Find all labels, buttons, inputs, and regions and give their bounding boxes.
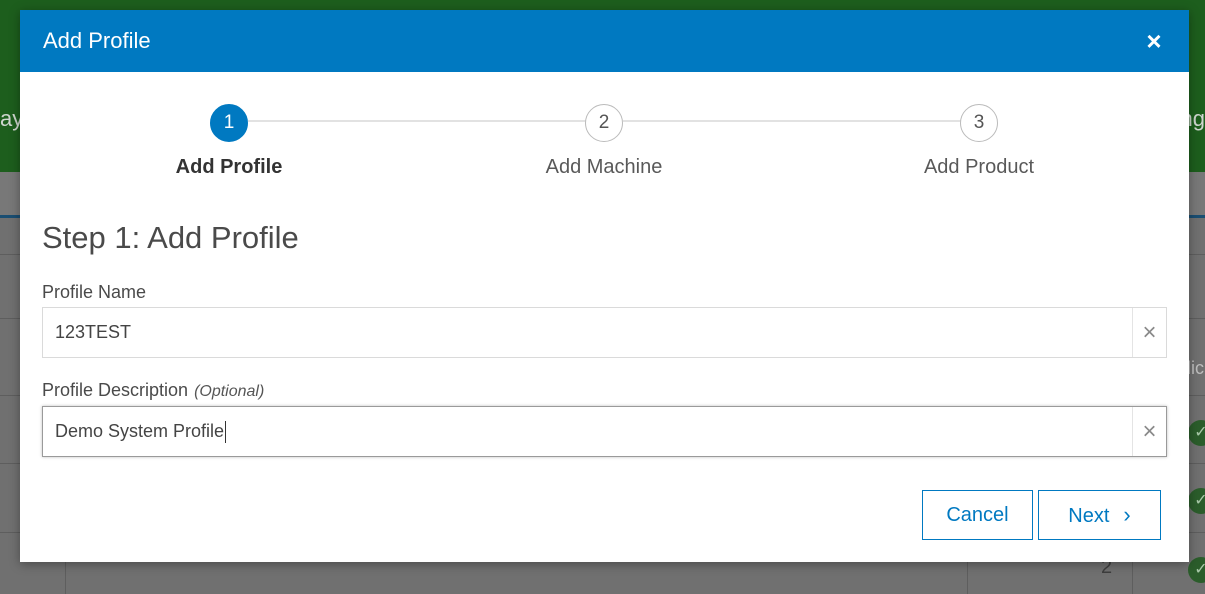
cancel-button[interactable]: Cancel: [922, 490, 1033, 540]
next-button[interactable]: Next ›: [1038, 490, 1161, 540]
profile-name-label-text: Profile Name: [42, 282, 147, 302]
close-icon[interactable]: ×: [1143, 28, 1165, 54]
profile-description-label: Profile Description (Optional): [42, 380, 264, 401]
step-add-profile: 1 Add Profile: [79, 104, 379, 179]
modal-title: Add Profile: [43, 28, 151, 53]
step-number: 3: [960, 104, 998, 142]
background-column-header: lic: [1187, 358, 1204, 378]
next-button-label: Next: [1068, 505, 1110, 527]
profile-description-input[interactable]: Demo System Profile: [55, 407, 1130, 456]
step-number: 2: [585, 104, 623, 142]
step-number: 1: [210, 104, 248, 142]
optional-label: (Optional): [194, 383, 265, 400]
step-add-machine: 2 Add Machine: [454, 104, 754, 179]
text-caret: [225, 421, 227, 444]
step-label: Add Profile: [175, 156, 283, 178]
profile-name-field[interactable]: 123TEST ×: [42, 307, 1167, 358]
profile-description-field[interactable]: Demo System Profile ×: [42, 406, 1167, 457]
stepper: 1 Add Profile 2 Add Machine 3 Add Produc…: [20, 72, 1189, 202]
step-add-product: 3 Add Product: [829, 104, 1129, 179]
cancel-button-label: Cancel: [946, 504, 1009, 526]
profile-name-label: Profile Name: [42, 282, 146, 303]
clear-icon[interactable]: ×: [1132, 308, 1166, 357]
profile-description-label-text: Profile Description: [42, 380, 189, 400]
step-label: Add Machine: [545, 156, 663, 178]
step-label: Add Product: [923, 156, 1035, 178]
modal-header: Add Profile ×: [20, 10, 1189, 72]
profile-name-input[interactable]: 123TEST: [55, 308, 1130, 357]
step-heading: Step 1: Add Profile: [42, 220, 299, 255]
profile-description-value: Demo System Profile: [55, 421, 225, 441]
add-profile-modal: Add Profile × 1 Add Profile 2 Add Machin…: [20, 10, 1189, 562]
clear-icon[interactable]: ×: [1132, 407, 1166, 456]
chevron-right-icon: ›: [1123, 502, 1131, 527]
